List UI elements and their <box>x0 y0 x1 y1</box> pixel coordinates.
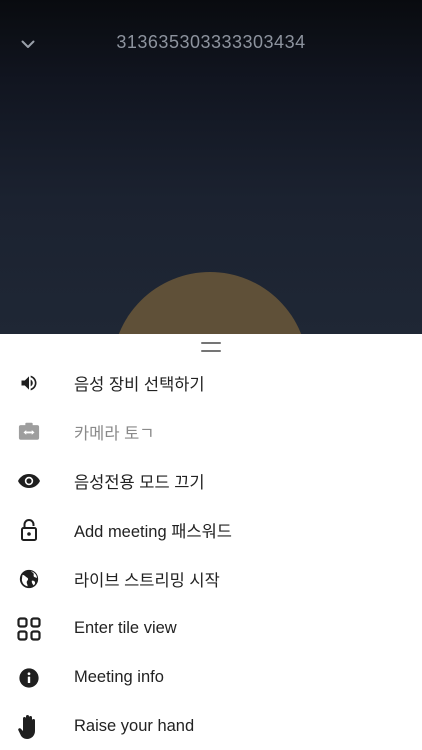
menu-item-toggle-camera[interactable]: 카메라 토ㄱ <box>0 407 422 456</box>
tile-grid-icon <box>0 604 58 653</box>
menu-item-label: Meeting info <box>74 668 164 687</box>
menu-item-label: 음성 장비 선택하기 <box>74 375 205 394</box>
overflow-menu: 음성 장비 선택하기 카메라 토ㄱ 음성전용 모드 끄기 Add meeting… <box>0 358 422 750</box>
hand-icon <box>0 702 58 750</box>
menu-item-raise-hand[interactable]: Raise your hand <box>0 702 422 750</box>
drag-handle[interactable] <box>201 342 221 352</box>
menu-item-label: Raise your hand <box>74 717 195 736</box>
overflow-menu-sheet: 음성 장비 선택하기 카메라 토ㄱ 음성전용 모드 끄기 Add meeting… <box>0 334 422 750</box>
menu-item-meeting-info[interactable]: Meeting info <box>0 653 422 702</box>
camera-switch-icon <box>0 407 58 456</box>
avatar <box>112 272 308 334</box>
menu-item-label: 라이브 스트리밍 시작 <box>74 572 220 591</box>
menu-item-live-stream[interactable]: 라이브 스트리밍 시작 <box>0 555 422 604</box>
lock-open-icon <box>0 506 58 555</box>
menu-item-tile-view[interactable]: Enter tile view <box>0 604 422 653</box>
menu-item-label: Enter tile view <box>74 619 177 638</box>
menu-item-audio-only[interactable]: 음성전용 모드 끄기 <box>0 456 422 505</box>
menu-item-audio-device[interactable]: 음성 장비 선택하기 <box>0 358 422 407</box>
menu-item-label: 카메라 토ㄱ <box>74 424 155 443</box>
volume-icon <box>0 358 58 407</box>
menu-item-label: Add meeting 패스워드 <box>74 523 232 542</box>
globe-icon <box>0 555 58 604</box>
menu-item-label: 음성전용 모드 끄기 <box>74 473 205 492</box>
room-name: 313635303333303434 <box>116 32 306 52</box>
call-background: 313635303333303434 <box>0 0 422 334</box>
eye-icon <box>0 456 58 505</box>
info-icon <box>0 653 58 702</box>
menu-item-add-password[interactable]: Add meeting 패스워드 <box>0 506 422 555</box>
